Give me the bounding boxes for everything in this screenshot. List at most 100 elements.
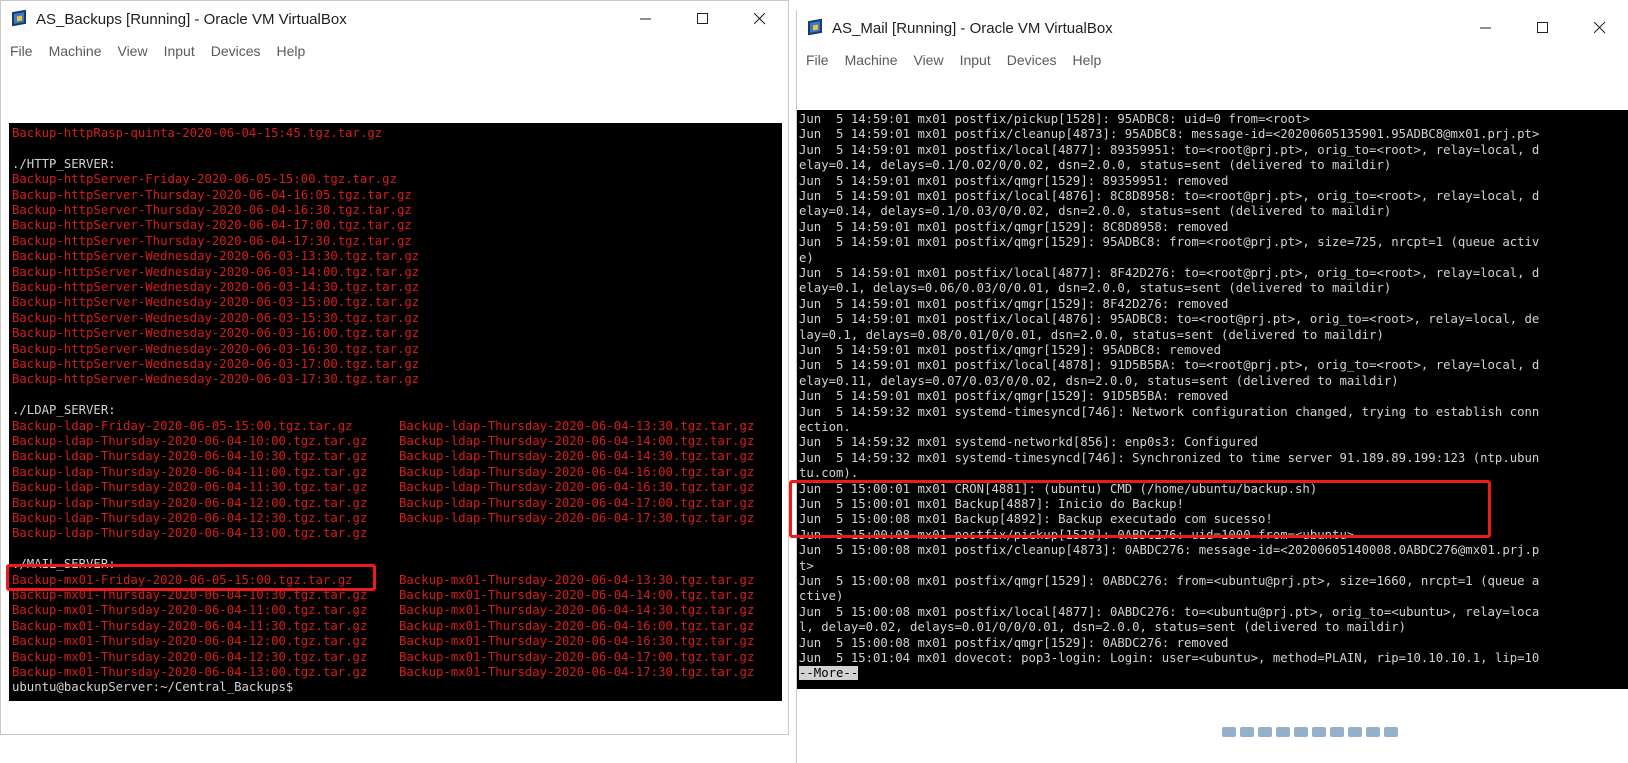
virtualbox-icon (806, 18, 826, 38)
menu-devices[interactable]: Devices (1007, 52, 1057, 68)
console-line-text: Backup-httpServer-Wednesday-2020-06-03-1… (12, 249, 420, 264)
console-line: Backup-httpServer-Thursday-2020-06-04-16… (12, 203, 412, 218)
console-line: Backup-httpServer-Wednesday-2020-06-03-1… (12, 342, 419, 357)
window-title: AS_Backups [Running] - Oracle VM Virtual… (36, 10, 347, 28)
close-icon (753, 13, 765, 25)
log-line: l, delay=0.02, delays=0.01/0/0/0.01, dsn… (799, 620, 1407, 635)
optical-drive-icon (1240, 727, 1254, 737)
hdd-icon (1222, 727, 1236, 737)
title-bar[interactable]: AS_Backups [Running] - Oracle VM Virtual… (1, 1, 788, 37)
console-line-text: ./LDAP_SERVER: (12, 403, 116, 418)
console-line: Backup-httpServer-Wednesday-2020-06-03-1… (12, 249, 419, 264)
menu-view[interactable]: View (117, 43, 147, 59)
window-title: AS_Mail [Running] - Oracle VM VirtualBox (832, 19, 1113, 37)
log-line: elay=0.14, delays=0.1/0.02/0/0.02, dsn=2… (799, 158, 1392, 173)
console-line-text: Backup-mx01-Thursday-2020-06-04-11:30.tg… (12, 618, 368, 633)
console-line: Backup-httpRasp-quinta-2020-06-04-15:45.… (12, 126, 382, 141)
display-icon (1330, 727, 1344, 737)
console-line-text: Backup-httpServer-Wednesday-2020-06-03-1… (12, 264, 420, 279)
menu-help[interactable]: Help (277, 43, 306, 59)
menu-file[interactable]: File (806, 52, 829, 68)
annotation-box-mx01-friday-backup (6, 564, 376, 591)
menu-machine[interactable]: Machine (49, 43, 102, 59)
mouse-integration-icon (1384, 727, 1398, 737)
log-line: Jun 5 14:59:01 mx01 postfix/local[4877]:… (799, 266, 1540, 280)
console-line-text: Backup-httpServer-Wednesday-2020-06-03-1… (12, 310, 420, 325)
console-line-text: Backup-ldap-Friday-2020-06-05-15:00.tgz.… (12, 418, 353, 433)
console-line-text: Backup-mx01-Thursday-2020-06-04-13:00.tg… (12, 665, 368, 679)
vm-console-screen[interactable]: Backup-httpRasp-quinta-2020-06-04-15:45.… (9, 123, 782, 701)
maximize-icon (1536, 22, 1548, 33)
console-line: Backup-httpServer-Wednesday-2020-06-03-1… (12, 280, 419, 295)
log-line: Jun 5 14:59:01 mx01 postfix/qmgr[1529]: … (799, 389, 1229, 404)
console-line: Backup-mx01-Thursday-2020-06-04-11:30.tg… (12, 618, 754, 634)
console-line-text: Backup-ldap-Thursday-2020-06-04-11:30.tg… (12, 480, 368, 495)
menu-input[interactable]: Input (164, 43, 195, 59)
console-line: Backup-ldap-Thursday-2020-06-04-12:30.tg… (12, 511, 754, 526)
log-line: Jun 5 15:01:04 mx01 dovecot: pop3-login:… (799, 651, 1540, 665)
console-line-text: Backup-httpServer-Thursday-2020-06-04-16… (12, 203, 412, 217)
close-button[interactable] (731, 1, 788, 37)
log-line: Jun 5 15:00:08 mx01 postfix/local[4877]:… (799, 604, 1540, 619)
virtualbox-window-mail[interactable]: AS_Mail [Running] - Oracle VM VirtualBox… (796, 10, 1628, 763)
minimize-button[interactable] (1457, 10, 1514, 46)
cpu-icon (1366, 727, 1380, 737)
console-line-text: Backup-ldap-Thursday-2020-06-04-12:00.tg… (12, 495, 368, 510)
console-line: Backup-ldap-Friday-2020-06-05-15:00.tgz.… (12, 418, 754, 434)
log-line: Jun 5 15:00:08 mx01 postfix/qmgr[1529]: … (799, 574, 1540, 588)
log-line: elay=0.11, delays=0.07/0.03/0/0.02, dsn=… (799, 373, 1399, 388)
console-line: ubuntu@backupServer:~/Central_Backups$ (12, 680, 293, 695)
menu-help[interactable]: Help (1073, 52, 1102, 68)
menu-file[interactable]: File (10, 43, 33, 59)
pager-more-text: --More-- (799, 666, 859, 681)
console-line-text: ubuntu@backupServer:~/Central_Backups$ (12, 680, 294, 695)
console-line: Backup-ldap-Thursday-2020-06-04-10:30.tg… (12, 449, 754, 464)
console-line: Backup-httpServer-Thursday-2020-06-04-17… (12, 218, 412, 233)
menu-input[interactable]: Input (960, 52, 991, 68)
console-line-text: Backup-ldap-Thursday-2020-06-04-12:30.tg… (12, 511, 368, 525)
console-line-text-col2: Backup-mx01-Thursday-2020-06-04-14:00.tg… (399, 588, 755, 602)
log-line: Jun 5 14:59:01 mx01 postfix/local[4876]:… (799, 189, 1540, 203)
console-line: Backup-httpServer-Wednesday-2020-06-03-1… (12, 311, 419, 326)
menu-bar: File Machine View Input Devices Help (797, 48, 1108, 72)
console-line-text-col2: Backup-mx01-Thursday-2020-06-04-17:30.tg… (399, 665, 755, 679)
title-bar[interactable]: AS_Mail [Running] - Oracle VM VirtualBox (797, 10, 1628, 46)
log-line: t> (799, 558, 814, 573)
console-line-text-col2: Backup-mx01-Thursday-2020-06-04-17:00.tg… (399, 649, 755, 664)
console-line-text: Backup-httpServer-Thursday-2020-06-04-17… (12, 218, 412, 233)
minimize-icon (1479, 27, 1491, 29)
pager-more-prompt[interactable]: --More-- (799, 666, 859, 681)
annotation-box-backup-log (789, 480, 1491, 538)
console-line-text: Backup-ldap-Thursday-2020-06-04-10:30.tg… (12, 449, 368, 464)
log-line: lay=0.1, delays=0.08/0.01/0/0.01, dsn=2.… (799, 327, 1384, 342)
menu-view[interactable]: View (913, 52, 943, 68)
console-line-text: Backup-mx01-Thursday-2020-06-04-12:30.tg… (12, 649, 368, 664)
audio-icon (1258, 727, 1272, 737)
maximize-icon (696, 13, 708, 24)
console-line: Backup-ldap-Thursday-2020-06-04-11:00.tg… (12, 465, 754, 480)
log-line: Jun 5 14:59:32 mx01 systemd-timesyncd[74… (799, 450, 1540, 465)
minimize-icon (639, 18, 651, 20)
log-line: Jun 5 14:59:01 mx01 postfix/local[4878]:… (799, 358, 1540, 373)
console-line: Backup-ldap-Thursday-2020-06-04-13:00.tg… (12, 526, 367, 541)
console-line-text: Backup-httpServer-Wednesday-2020-06-03-1… (12, 357, 420, 371)
console-line-text-col2: Backup-ldap-Thursday-2020-06-04-13:30.tg… (399, 418, 755, 433)
console-line: Backup-httpServer-Wednesday-2020-06-03-1… (12, 357, 419, 372)
console-line-text: Backup-httpServer-Wednesday-2020-06-03-1… (12, 341, 420, 356)
log-line: ection. (799, 420, 851, 434)
console-line-text-col2: Backup-ldap-Thursday-2020-06-04-17:00.tg… (399, 495, 755, 510)
maximize-button[interactable] (1514, 10, 1571, 46)
menu-machine[interactable]: Machine (845, 52, 898, 68)
recording-icon (1348, 727, 1362, 737)
vm-console-screen[interactable]: Jun 5 14:59:01 mx01 postfix/pickup[1528]… (797, 110, 1628, 689)
virtualbox-window-backups[interactable]: AS_Backups [Running] - Oracle VM Virtual… (0, 0, 789, 735)
menu-devices[interactable]: Devices (211, 43, 261, 59)
minimize-button[interactable] (617, 1, 674, 37)
maximize-button[interactable] (674, 1, 731, 37)
console-line: ./LDAP_SERVER: (12, 403, 116, 418)
console-line-text-col2: Backup-ldap-Thursday-2020-06-04-17:30.tg… (399, 511, 755, 525)
console-line-text: Backup-httpServer-Thursday-2020-06-04-17… (12, 233, 412, 248)
console-line-text-col2: Backup-ldap-Thursday-2020-06-04-14:00.tg… (399, 434, 755, 448)
close-button[interactable] (1571, 10, 1628, 46)
close-icon (1593, 22, 1605, 34)
